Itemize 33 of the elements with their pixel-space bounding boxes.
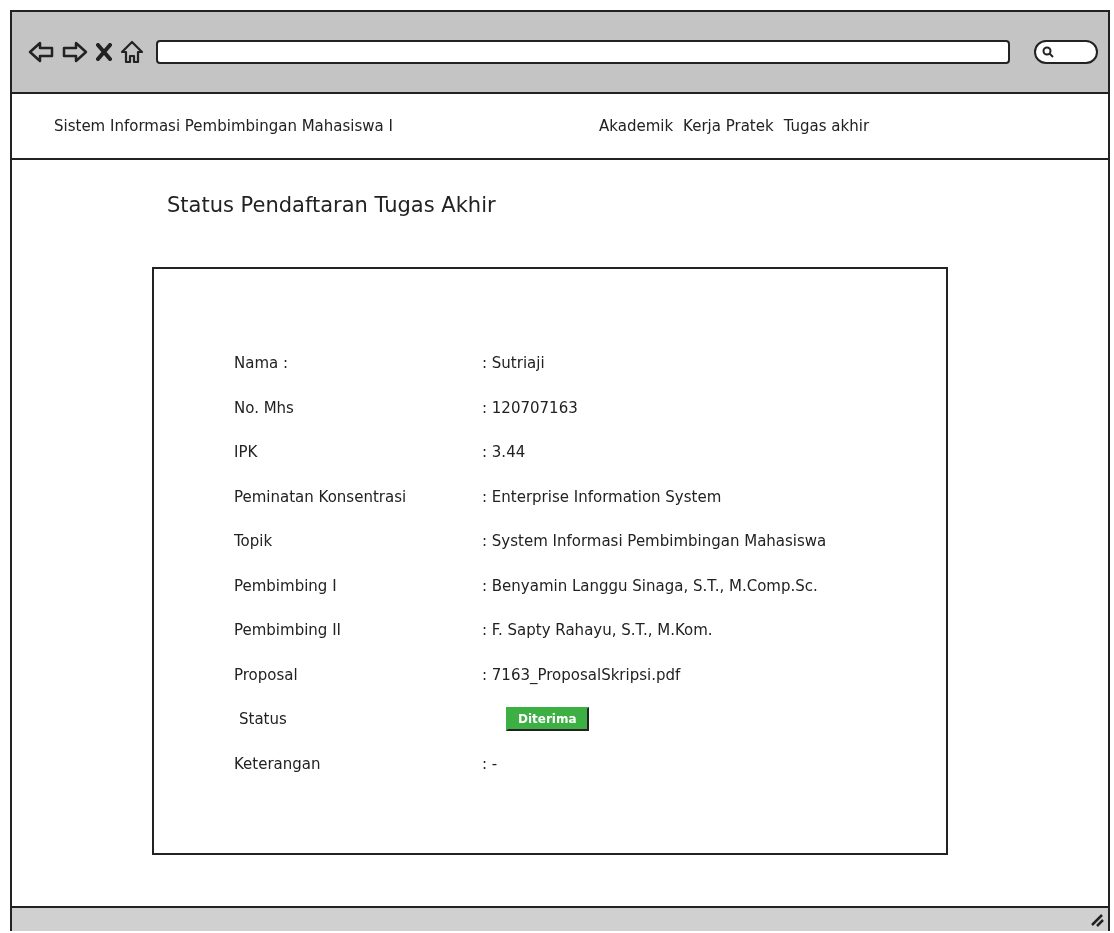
forward-arrow-icon[interactable] xyxy=(62,41,88,63)
address-field[interactable] xyxy=(156,40,1010,64)
home-icon[interactable] xyxy=(120,40,144,64)
field-label: Proposal xyxy=(234,665,299,684)
menu-link[interactable]: Kerja Pratek xyxy=(683,117,774,135)
page-title: Status Pendaftaran Tugas Akhir xyxy=(167,193,497,217)
field-label: No. Mhs xyxy=(234,398,295,417)
field-value: : F. Sapty Rahayu, S.T., M.Kom. xyxy=(482,621,713,640)
field-value: : 3.44 xyxy=(482,443,526,462)
field-value: : 120707163 xyxy=(482,398,578,417)
field-label: Keterangan xyxy=(234,754,322,773)
menu-link[interactable]: Tugas akhir xyxy=(783,117,870,135)
field-value: : Sutriaji xyxy=(482,354,545,373)
field-value: : System Informasi Pembimbingan Mahasiswa xyxy=(482,532,827,551)
search-icon xyxy=(1042,46,1054,58)
field-value: : - xyxy=(482,754,498,773)
field-label: Topik xyxy=(234,532,274,551)
search-field[interactable] xyxy=(1034,40,1098,64)
field-value: : Enterprise Information System xyxy=(482,487,722,506)
field-label: Nama : xyxy=(234,354,290,373)
resize-grip-icon[interactable] xyxy=(1090,912,1104,927)
field-label: Pembimbing II xyxy=(234,621,342,640)
site-title: Sistem Informasi Pembimbingan Mahasiswa I xyxy=(54,117,394,135)
field-label: Pembimbing I xyxy=(234,576,338,595)
back-arrow-icon[interactable] xyxy=(28,41,54,63)
field-value: : Benyamin Langgu Sinaga, S.T., M.Comp.Sc. xyxy=(482,576,818,595)
field-label: IPK xyxy=(234,443,259,462)
field-value: : 7163_ProposalSkripsi.pdf xyxy=(482,665,681,684)
menu-link[interactable]: Akademik xyxy=(599,117,674,135)
status-badge: Diterima xyxy=(506,707,589,732)
field-label: Peminatan Konsentrasi xyxy=(234,487,408,506)
close-icon[interactable] xyxy=(96,43,112,61)
field-label: Status xyxy=(238,710,288,729)
